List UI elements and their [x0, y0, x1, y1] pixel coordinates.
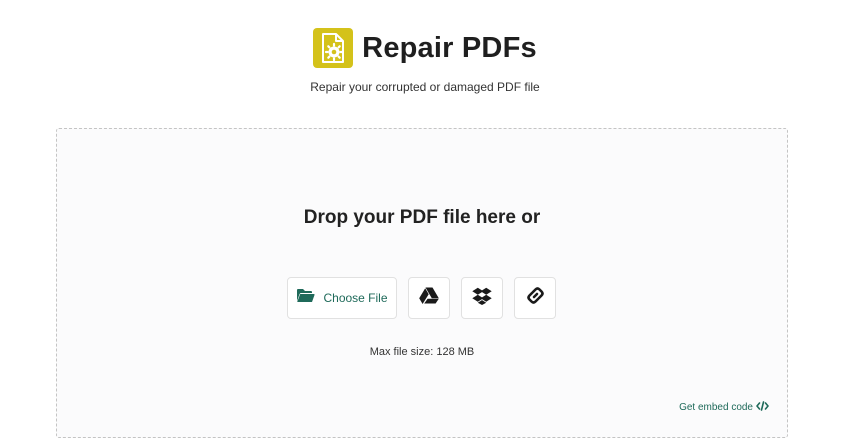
- dropzone-heading: Drop your PDF file here or: [303, 207, 541, 228]
- page-subtitle: Repair your corrupted or damaged PDF fil…: [310, 80, 540, 94]
- link-icon: [526, 286, 545, 310]
- file-dropzone[interactable]: Drop your PDF file here or Choose File M…: [56, 128, 788, 438]
- dropbox-button[interactable]: [461, 277, 503, 319]
- folder-open-icon: [296, 288, 316, 308]
- url-link-button[interactable]: [514, 277, 556, 319]
- pdf-gear-icon: [313, 28, 354, 68]
- code-icon: [753, 401, 769, 414]
- choose-file-label: Choose File: [323, 291, 388, 305]
- page-header: Repair PDFs: [0, 28, 850, 68]
- max-file-size: Max file size: 128 MB: [369, 346, 475, 358]
- embed-label: Get embed code: [679, 402, 753, 413]
- choose-file-button[interactable]: Choose File: [287, 277, 397, 319]
- page-title: Repair PDFs: [362, 31, 537, 64]
- google-drive-icon: [419, 287, 439, 309]
- dropbox-icon: [472, 287, 492, 310]
- get-embed-code-link[interactable]: Get embed code: [679, 401, 769, 414]
- google-drive-button[interactable]: [408, 277, 450, 319]
